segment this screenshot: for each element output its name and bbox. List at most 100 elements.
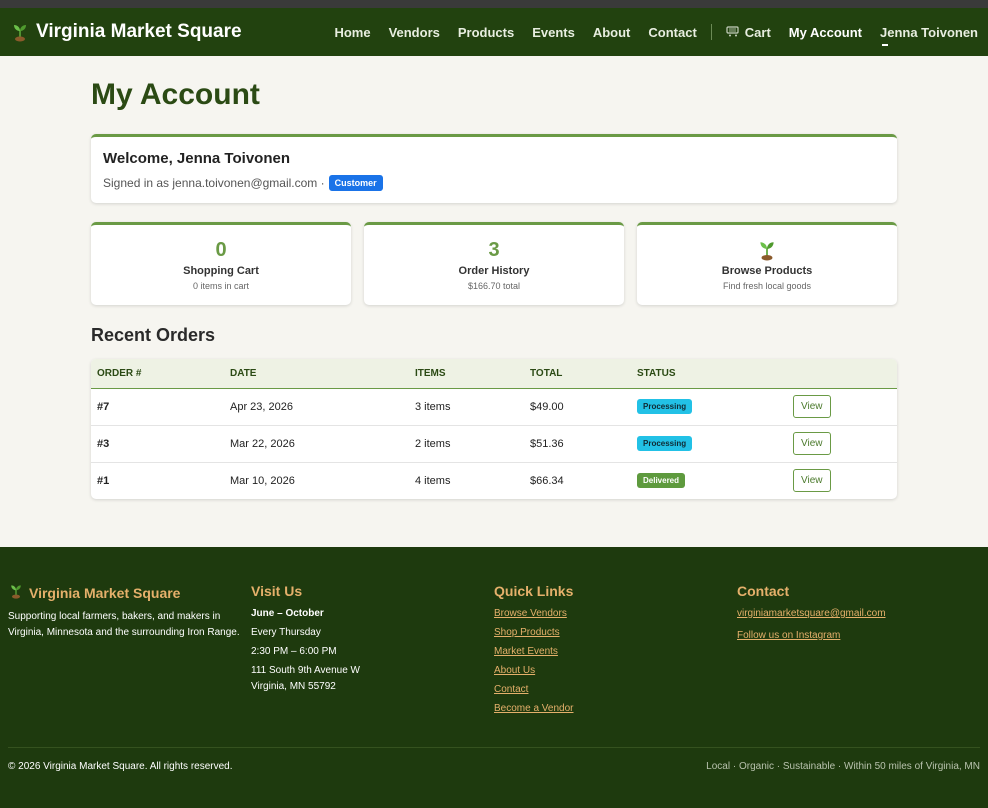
stat-value: 0 xyxy=(215,239,227,261)
footer-contact: Contact virginiamarketsquare@gmail.com F… xyxy=(737,583,980,720)
order-action-cell: View xyxy=(787,462,897,499)
order-number: #7 xyxy=(91,388,224,426)
nav-products[interactable]: Products xyxy=(458,25,514,40)
status-badge: Processing xyxy=(637,399,693,414)
footer-instagram-link[interactable]: Follow us on Instagram xyxy=(737,628,980,644)
sprout-icon xyxy=(8,583,24,602)
top-navbar: Virginia Market Square Home Vendors Prod… xyxy=(0,8,988,56)
footer-link-browse-vendors[interactable]: Browse Vendors xyxy=(494,606,737,622)
footer-brand: Virginia Market Square xyxy=(8,583,251,602)
window-top-strip xyxy=(0,0,988,8)
col-status: STATUS xyxy=(631,359,787,389)
order-status-cell: Delivered xyxy=(631,462,787,499)
role-badge: Customer xyxy=(328,175,383,191)
nav-about[interactable]: About xyxy=(593,25,631,40)
footer-links-title: Quick Links xyxy=(494,583,574,599)
table-row: #1 Mar 10, 2026 4 items $66.34 Delivered… xyxy=(91,462,897,499)
table-row: #3 Mar 22, 2026 2 items $51.36 Processin… xyxy=(91,425,897,463)
site-footer: Virginia Market Square Supporting local … xyxy=(0,547,988,808)
order-total: $66.34 xyxy=(530,474,564,487)
order-number: #1 xyxy=(97,474,110,487)
col-items: ITEMS xyxy=(409,359,524,389)
nav-user-menu[interactable]: Jenna Toivonen xyxy=(880,25,978,46)
order-action-cell: View xyxy=(787,388,897,426)
nav-home[interactable]: Home xyxy=(334,25,370,40)
signed-in-text: Signed in as jenna.toivonen@gmail.com · xyxy=(103,176,325,190)
cart-icon xyxy=(726,25,740,40)
brand-name: Virginia Market Square xyxy=(36,21,242,42)
order-status-cell: Processing xyxy=(631,388,787,426)
nav-my-account[interactable]: My Account xyxy=(789,25,862,40)
nav-links: Home Vendors Products Events About Conta… xyxy=(316,24,978,46)
sprout-icon xyxy=(637,239,897,261)
col-action xyxy=(787,359,897,389)
recent-orders-title: Recent Orders xyxy=(91,325,216,345)
order-items: 2 items xyxy=(409,425,524,463)
nav-contact[interactable]: Contact xyxy=(648,25,696,40)
order-total: $51.36 xyxy=(524,425,631,463)
stat-label: Order History xyxy=(458,265,530,277)
order-items: 4 items xyxy=(415,474,451,487)
order-date: Mar 10, 2026 xyxy=(230,474,295,487)
order-total: $49.00 xyxy=(524,388,631,426)
footer-address-line1: 111 South 9th Avenue W xyxy=(251,665,360,676)
main-content: My Account Welcome, Jenna Toivonen Signe… xyxy=(0,78,988,499)
col-total: TOTAL xyxy=(524,359,631,389)
footer-link-shop-products[interactable]: Shop Products xyxy=(494,625,737,641)
stat-sub: $166.70 total xyxy=(467,281,521,291)
view-order-button[interactable]: View xyxy=(793,469,831,493)
col-date: DATE xyxy=(224,359,409,389)
footer-about: Virginia Market Square Supporting local … xyxy=(8,583,251,720)
footer-about-text: Supporting local farmers, bakers, and ma… xyxy=(8,611,240,638)
table-row: #7 Apr 23, 2026 3 items $49.00 Processin… xyxy=(91,388,897,426)
col-order-num: ORDER # xyxy=(91,359,224,389)
sprout-icon xyxy=(10,21,30,43)
copyright-text: © 2026 Virginia Market Square. All right… xyxy=(8,761,233,772)
footer-day: Every Thursday xyxy=(251,627,321,638)
nav-vendors[interactable]: Vendors xyxy=(389,25,440,40)
status-badge: Processing xyxy=(637,436,693,451)
page-title: My Account xyxy=(91,78,260,111)
footer-email-link[interactable]: virginiamarketsquare@gmail.com xyxy=(737,606,980,622)
stat-card-browse-products[interactable]: Browse Products Find fresh local goods xyxy=(637,222,897,305)
order-status-cell: Processing xyxy=(631,425,787,463)
footer-link-become-vendor[interactable]: Become a Vendor xyxy=(494,701,737,717)
order-date: Mar 22, 2026 xyxy=(224,425,409,463)
footer-brand-name: Virginia Market Square xyxy=(29,584,181,601)
stat-card-shopping-cart[interactable]: 0 Shopping Cart 0 items in cart xyxy=(91,222,351,305)
nav-events[interactable]: Events xyxy=(532,25,575,40)
stat-value: 3 xyxy=(488,239,500,261)
nav-cart[interactable]: Cart xyxy=(726,25,771,40)
footer-hours: 2:30 PM – 6:00 PM xyxy=(251,646,337,657)
footer-quick-links: Quick Links Browse Vendors Shop Products… xyxy=(494,583,737,720)
footer-link-market-events[interactable]: Market Events xyxy=(494,644,737,660)
stat-sub: Find fresh local goods xyxy=(722,281,812,291)
order-action-cell: View xyxy=(787,425,897,463)
footer-season: June – October xyxy=(251,608,324,619)
view-order-button[interactable]: View xyxy=(793,395,831,418)
recent-orders-table: ORDER # DATE ITEMS TOTAL STATUS #7 Apr 2… xyxy=(91,359,897,499)
nav-cart-label: Cart xyxy=(744,24,771,40)
order-number: #3 xyxy=(91,425,224,463)
footer-contact-title: Contact xyxy=(737,583,790,599)
table-header-row: ORDER # DATE ITEMS TOTAL STATUS xyxy=(91,359,897,389)
brand-logo[interactable]: Virginia Market Square xyxy=(10,21,242,43)
stat-sub: 0 items in cart xyxy=(192,281,250,291)
nav-divider xyxy=(710,24,712,40)
status-badge: Delivered xyxy=(637,473,686,489)
footer-visit: Visit Us June – October Every Thursday 2… xyxy=(251,583,494,720)
order-date: Apr 23, 2026 xyxy=(224,388,409,426)
footer-columns: Virginia Market Square Supporting local … xyxy=(8,583,980,720)
footer-tagline: Local · Organic · Sustainable · Within 5… xyxy=(706,761,980,772)
stat-card-order-history[interactable]: 3 Order History $166.70 total xyxy=(364,222,624,305)
footer-address-line2: Virginia, MN 55792 xyxy=(251,681,336,692)
stats-row: 0 Shopping Cart 0 items in cart 3 Order … xyxy=(91,222,897,305)
view-order-button[interactable]: View xyxy=(793,432,831,455)
footer-link-about-us[interactable]: About Us xyxy=(494,663,737,679)
stat-label: Shopping Cart xyxy=(183,265,259,277)
stat-label: Browse Products xyxy=(721,265,813,277)
footer-bottom-bar: © 2026 Virginia Market Square. All right… xyxy=(8,747,980,772)
footer-link-contact[interactable]: Contact xyxy=(494,682,737,698)
footer-visit-title: Visit Us xyxy=(251,583,303,599)
signed-in-info: Signed in as jenna.toivonen@gmail.com · … xyxy=(103,175,885,191)
